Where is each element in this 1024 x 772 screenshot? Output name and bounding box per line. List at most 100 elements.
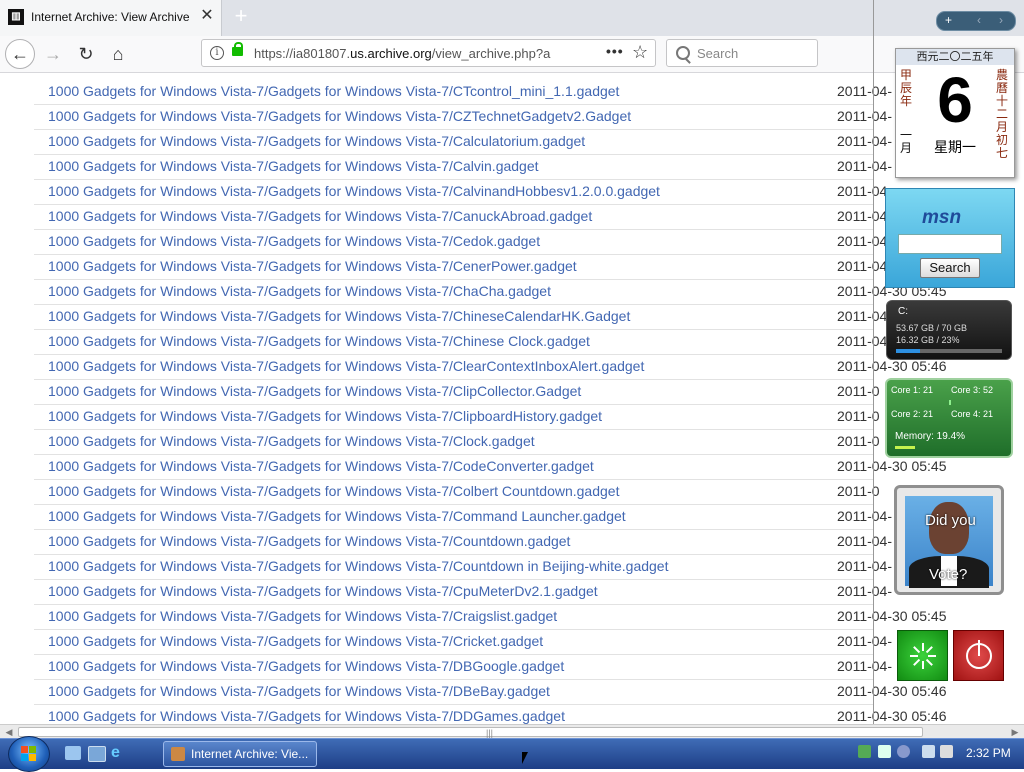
file-date: 2011-04-30 05:45 [837,458,947,474]
drive-usage: 53.67 GB / 70 GB [896,323,968,333]
taskbar-item-browser[interactable]: Internet Archive: Vie... [163,741,317,767]
file-date: 2011-04- [837,158,893,174]
search-icon [676,46,690,60]
tray-update-icon[interactable] [897,745,910,758]
page-actions-icon[interactable]: ••• [606,43,624,59]
windows-logo-icon [21,746,36,761]
home-icon[interactable]: ⌂ [103,39,133,69]
drive-free: 16.32 GB / 23% [896,335,960,345]
start-button[interactable] [8,736,50,772]
file-link[interactable]: 1000 Gadgets for Windows Vista-7/Gadgets… [48,283,551,299]
power-icon-line [978,640,980,656]
file-link[interactable]: 1000 Gadgets for Windows Vista-7/Gadgets… [48,408,602,424]
table-row: 1000 Gadgets for Windows Vista-7/Gadgets… [34,379,880,405]
file-link[interactable]: 1000 Gadgets for Windows Vista-7/Gadgets… [48,458,594,474]
calendar-year: 西元二〇二五年 [896,49,1014,65]
scroll-left-icon[interactable]: ◀ [2,725,16,739]
scroll-right-icon[interactable]: ▶ [1008,725,1022,739]
file-link[interactable]: 1000 Gadgets for Windows Vista-7/Gadgets… [48,633,543,649]
screen-divider [873,0,874,740]
close-tab-icon[interactable]: ✕ [198,7,216,25]
file-date: 2011-04- [837,183,893,199]
msn-search-input[interactable] [898,234,1002,254]
switch-windows-icon[interactable] [88,746,106,762]
archive-favicon-icon: ▥ [8,9,24,25]
new-tab-icon[interactable]: + [230,5,252,27]
file-date: 2011-04- [837,658,893,674]
add-gadget-icon[interactable]: + [945,13,952,27]
show-desktop-icon[interactable] [65,746,81,760]
taskbar-clock[interactable]: 2:32 PM [966,746,1011,760]
file-link[interactable]: 1000 Gadgets for Windows Vista-7/Gadgets… [48,483,619,499]
file-link[interactable]: 1000 Gadgets for Windows Vista-7/Gadgets… [48,658,564,674]
volume-muted-icon[interactable] [940,745,953,758]
file-link[interactable]: 1000 Gadgets for Windows Vista-7/Gadgets… [48,333,590,349]
table-row: 1000 Gadgets for Windows Vista-7/Gadgets… [34,629,892,655]
file-link[interactable]: 1000 Gadgets for Windows Vista-7/Gadgets… [48,133,585,149]
file-link[interactable]: 1000 Gadgets for Windows Vista-7/Gadgets… [48,83,619,99]
forward-arrow-icon[interactable]: → [38,39,68,69]
file-date: 2011-04- [837,633,893,649]
file-link[interactable]: 1000 Gadgets for Windows Vista-7/Gadgets… [48,358,644,374]
file-link[interactable]: 1000 Gadgets for Windows Vista-7/Gadgets… [48,383,581,399]
table-row: 1000 Gadgets for Windows Vista-7/Gadgets… [34,429,880,455]
file-link[interactable]: 1000 Gadgets for Windows Vista-7/Gadgets… [48,583,598,599]
browser-tab[interactable]: ▥ Internet Archive: View Archive ✕ [0,0,222,36]
back-arrow-icon[interactable]: ← [5,39,35,69]
calendar-weekday: 星期一 [934,140,976,156]
file-link[interactable]: 1000 Gadgets for Windows Vista-7/Gadgets… [48,508,626,524]
core-2-label: Core 2: 21 [891,409,934,419]
core-3-label: Core 3: 52 [951,385,994,395]
url-host: us.archive.org [350,46,432,61]
file-link[interactable]: 1000 Gadgets for Windows Vista-7/Gadgets… [48,558,668,574]
restart-gadget-button[interactable] [897,630,948,681]
file-link[interactable]: 1000 Gadgets for Windows Vista-7/Gadgets… [48,258,577,274]
next-gadget-icon[interactable]: › [999,13,1003,27]
horizontal-scrollbar[interactable]: ◀ ||| ▶ [0,724,1024,739]
shutdown-gadget-button[interactable] [953,630,1004,681]
file-link[interactable]: 1000 Gadgets for Windows Vista-7/Gadgets… [48,183,660,199]
file-link[interactable]: 1000 Gadgets for Windows Vista-7/Gadgets… [48,233,540,249]
table-row: 1000 Gadgets for Windows Vista-7/Gadgets… [34,304,892,330]
prev-gadget-icon[interactable]: ‹ [977,13,981,27]
address-bar[interactable]: i https://ia801807.us.archive.org/view_a… [201,39,656,67]
taskbar: e Internet Archive: Vie... 2:32 PM [0,736,1024,772]
msn-search-gadget: msn Search [885,188,1015,288]
table-row: 1000 Gadgets for Windows Vista-7/Gadgets… [34,129,892,155]
scrollbar-thumb[interactable]: ||| [18,727,923,738]
file-link[interactable]: 1000 Gadgets for Windows Vista-7/Gadgets… [48,683,550,699]
file-link[interactable]: 1000 Gadgets for Windows Vista-7/Gadgets… [48,108,631,124]
calendar-stem-year: 甲辰年 [900,68,913,108]
file-date: 2011-04- [837,83,893,99]
msn-search-button[interactable]: Search [920,258,980,278]
internet-explorer-icon[interactable]: e [111,745,127,761]
gadget-controls[interactable]: + ‹ › [936,11,1016,31]
reload-icon[interactable]: ↻ [71,39,101,69]
file-link[interactable]: 1000 Gadgets for Windows Vista-7/Gadgets… [48,308,630,324]
calendar-gadget[interactable]: 西元二〇二五年 甲辰年 農曆十二月初七 6 一月 星期一 [895,48,1015,178]
file-link[interactable]: 1000 Gadgets for Windows Vista-7/Gadgets… [48,708,565,724]
table-row: 1000 Gadgets for Windows Vista-7/Gadgets… [34,254,892,280]
url-text[interactable]: https://ia801807.us.archive.org/view_arc… [254,46,594,61]
tray-display-icon[interactable] [922,745,935,758]
drive-meter-gadget[interactable]: C: 53.67 GB / 70 GB 16.32 GB / 23% [886,300,1012,360]
cpu-meter-gadget[interactable]: Core 1: 21 Core 3: 52 Core 2: 21 Core 4:… [885,378,1013,458]
file-link[interactable]: 1000 Gadgets for Windows Vista-7/Gadgets… [48,533,570,549]
tab-strip: ▥ Internet Archive: View Archive ✕ + [0,0,1024,36]
file-link[interactable]: 1000 Gadgets for Windows Vista-7/Gadgets… [48,608,557,624]
taskbar-item-label: Internet Archive: Vie... [191,747,309,761]
slideshow-gadget[interactable]: Did you Vote? [894,485,1004,595]
info-icon[interactable]: i [210,46,224,60]
tray-network-icon[interactable] [858,745,871,758]
search-input[interactable]: Search [666,39,818,67]
calendar-day: 6 [937,64,973,136]
file-link[interactable]: 1000 Gadgets for Windows Vista-7/Gadgets… [48,158,539,174]
msn-logo: msn [922,207,962,228]
file-date: 2011-04- [837,258,893,274]
bookmark-star-icon[interactable]: ☆ [632,42,648,63]
file-date: 2011-04-30 05:45 [837,608,947,624]
file-link[interactable]: 1000 Gadgets for Windows Vista-7/Gadgets… [48,433,535,449]
tray-security-icon[interactable] [878,745,891,758]
lock-icon [232,42,243,56]
file-link[interactable]: 1000 Gadgets for Windows Vista-7/Gadgets… [48,208,592,224]
